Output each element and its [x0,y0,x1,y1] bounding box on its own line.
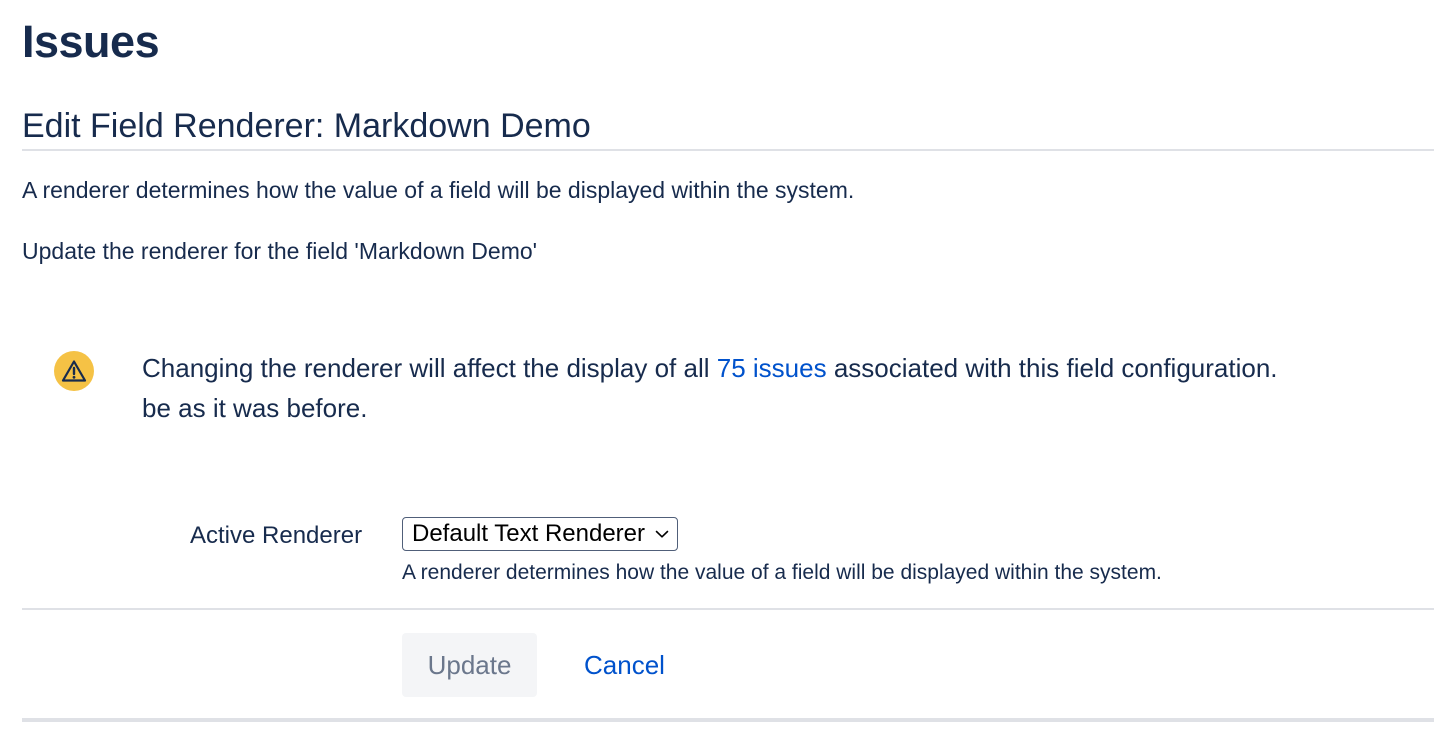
warning-text-second-line: be as it was before. [142,393,368,423]
warning-text-before-link: Changing the renderer will affect the di… [142,353,717,383]
cancel-link[interactable]: Cancel [584,648,665,682]
active-renderer-select[interactable]: Default Text Renderer [402,517,679,551]
warning-text: Changing the renderer will affect the di… [142,348,1432,428]
issues-count-link[interactable]: 75 issues [717,353,827,383]
warning-message: Changing the renderer will affect the di… [0,348,1434,438]
section-title: Edit Field Renderer: Markdown Demo [22,107,591,145]
active-renderer-help-text: A renderer determines how the value of a… [402,561,1162,584]
page-title: Issues [22,16,160,67]
section-divider [22,149,1434,151]
section-instruction: Update the renderer for the field 'Markd… [22,238,538,264]
active-renderer-field: Active Renderer Default Text Renderer A … [0,517,1434,597]
warning-text-after-link: associated with this field configuration… [826,353,1278,383]
buttons-divider [22,608,1434,610]
active-renderer-label: Active Renderer [190,522,363,549]
bottom-divider [22,718,1434,722]
chevron-down-icon [655,529,669,539]
active-renderer-selected-value: Default Text Renderer [412,520,646,547]
warning-icon [54,351,94,391]
update-button[interactable]: Update [402,633,537,697]
section-description: A renderer determines how the value of a… [22,177,855,203]
